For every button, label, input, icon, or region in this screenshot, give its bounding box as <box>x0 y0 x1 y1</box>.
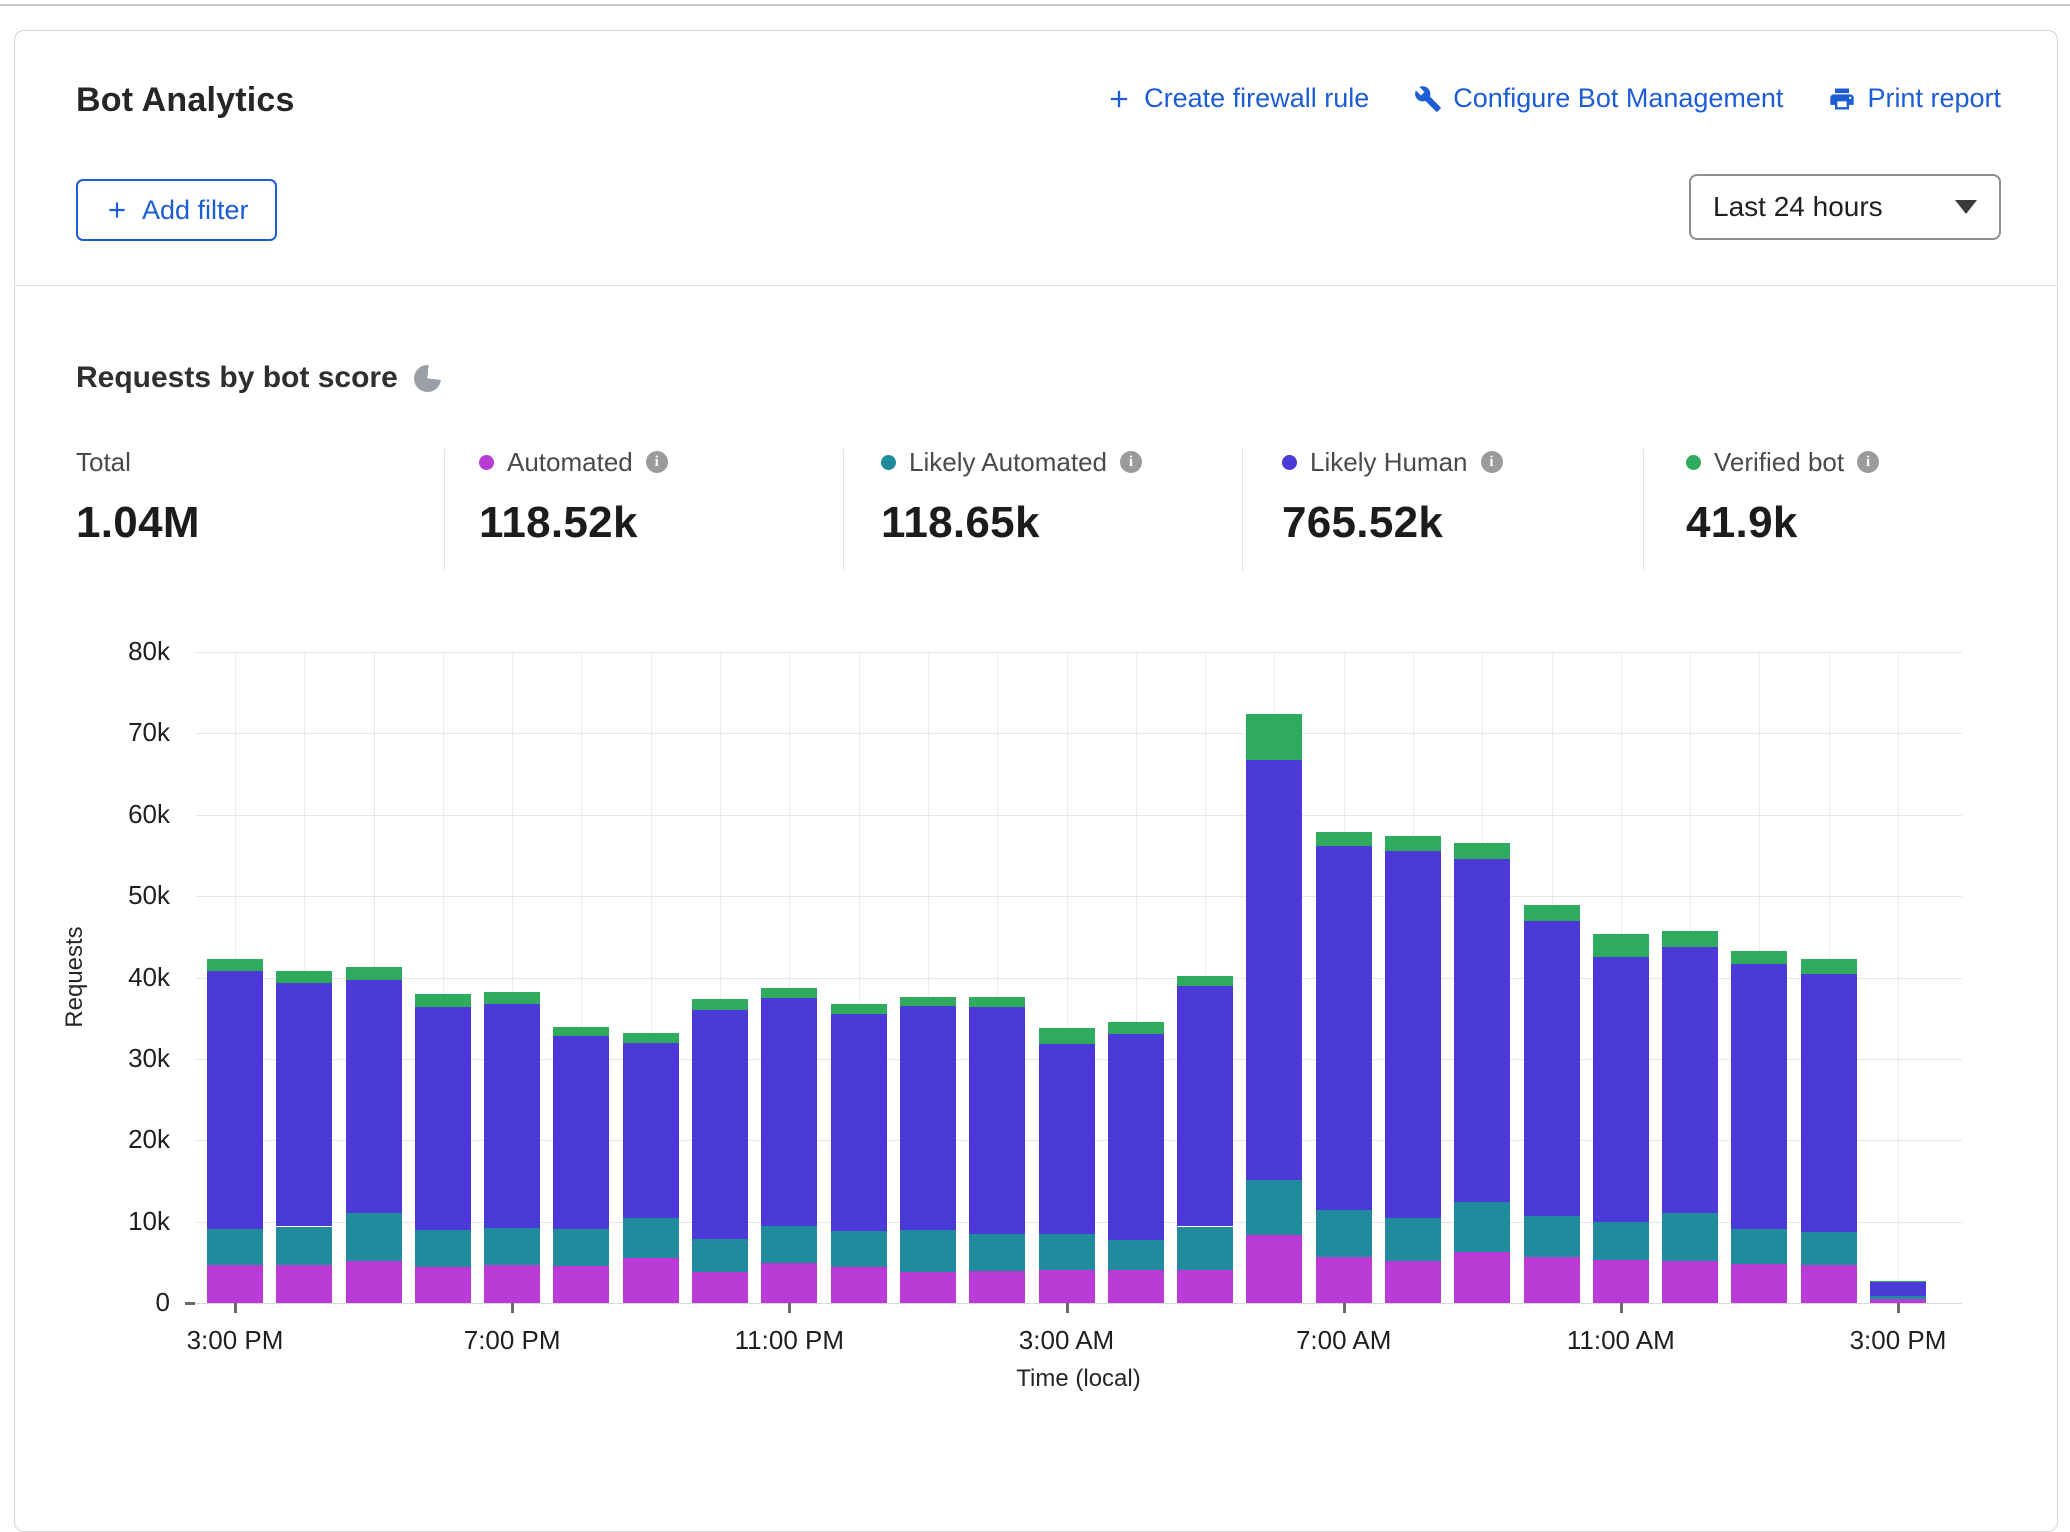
wrench-icon <box>1413 84 1443 114</box>
add-filter-button[interactable]: Add filter <box>76 179 277 241</box>
info-icon[interactable]: i <box>646 451 668 473</box>
stat-value: 1.04M <box>76 498 200 548</box>
legend-dot <box>881 455 896 470</box>
create-firewall-rule-link[interactable]: Create firewall rule <box>1104 83 1369 114</box>
header-divider <box>15 285 2057 286</box>
stat-label-row: Total <box>76 446 200 478</box>
stat-value: 765.52k <box>1282 498 1503 548</box>
header-actions: Create firewall rule Configure Bot Manag… <box>1104 83 2001 114</box>
pie-chart-icon <box>412 363 442 393</box>
legend-dot <box>479 455 494 470</box>
page-top-border <box>0 4 2070 6</box>
action-label: Print report <box>1867 83 2001 114</box>
stat-label-row: Likely Automated i <box>881 446 1142 478</box>
legend-dot <box>1686 455 1701 470</box>
stat-label: Total <box>76 447 131 478</box>
stat-label: Verified bot <box>1714 447 1844 478</box>
stat-label-row: Automated i <box>479 446 668 478</box>
section-title: Requests by bot score <box>76 361 398 395</box>
action-label: Configure Bot Management <box>1453 83 1783 114</box>
stat-verified-bot: Verified bot i 41.9k <box>1686 446 1879 548</box>
printer-icon <box>1827 84 1857 114</box>
stat-label-row: Verified bot i <box>1686 446 1879 478</box>
stat-divider <box>1643 449 1644 571</box>
legend-dot <box>1282 455 1297 470</box>
configure-bot-management-link[interactable]: Configure Bot Management <box>1413 83 1783 114</box>
action-label: Create firewall rule <box>1144 83 1369 114</box>
stat-label: Likely Automated <box>909 447 1107 478</box>
stat-divider <box>444 449 445 571</box>
time-range-select[interactable]: Last 24 hours <box>1689 174 2001 240</box>
plus-icon <box>104 197 130 223</box>
stat-automated: Automated i 118.52k <box>479 446 668 548</box>
bot-analytics-card: Bot Analytics Create firewall rule Confi… <box>14 30 2058 1532</box>
info-icon[interactable]: i <box>1481 451 1503 473</box>
stat-label: Automated <box>507 447 633 478</box>
info-icon[interactable]: i <box>1120 451 1142 473</box>
stat-divider <box>843 449 844 571</box>
info-icon[interactable]: i <box>1857 451 1879 473</box>
stat-divider <box>1242 449 1243 571</box>
plus-icon <box>1104 84 1134 114</box>
section-title-row: Requests by bot score <box>76 361 441 395</box>
stat-label: Likely Human <box>1310 447 1468 478</box>
print-report-link[interactable]: Print report <box>1827 83 2001 114</box>
stat-value: 41.9k <box>1686 498 1879 548</box>
stat-value: 118.52k <box>479 498 668 548</box>
stat-value: 118.65k <box>881 498 1142 548</box>
time-range-value: Last 24 hours <box>1713 191 1883 223</box>
stat-likely-human: Likely Human i 765.52k <box>1282 446 1503 548</box>
stat-likely-automated: Likely Automated i 118.65k <box>881 446 1142 548</box>
stat-total: Total 1.04M <box>76 446 200 548</box>
page-title: Bot Analytics <box>76 81 295 120</box>
add-filter-label: Add filter <box>142 195 249 226</box>
stat-label-row: Likely Human i <box>1282 446 1503 478</box>
chevron-down-icon <box>1955 200 1977 214</box>
